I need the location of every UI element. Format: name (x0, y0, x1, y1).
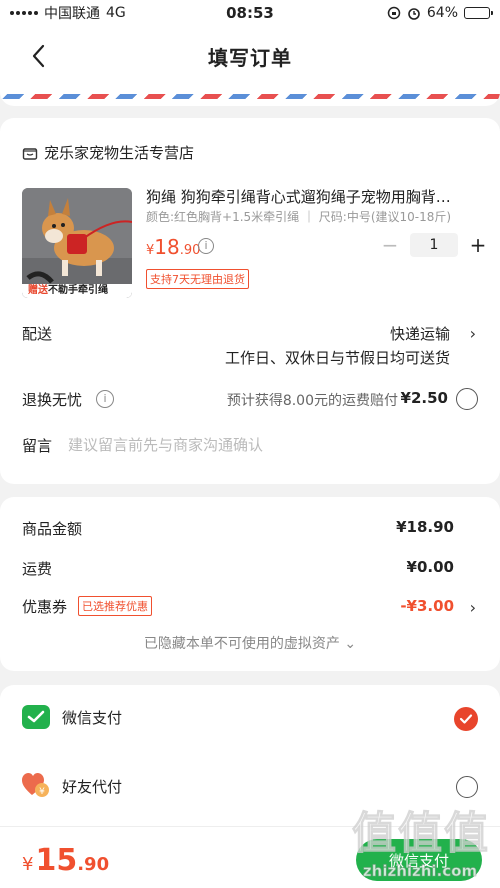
nav-bar: 填写订单 (0, 26, 500, 86)
svg-text:¥: ¥ (39, 787, 45, 797)
battery-icon (464, 7, 493, 19)
delivery-note: 工作日、双休日与节假日均可送货 (224, 349, 450, 367)
status-right: 64% (387, 5, 493, 21)
envelope-stripes (0, 94, 500, 99)
product-photo (22, 188, 132, 298)
friend-pay-label: 好友代付 (62, 777, 123, 796)
rotation-lock-icon (387, 6, 401, 20)
hidden-assets-toggle[interactable]: 已隐藏本单不可使用的虚拟资产 ⌄ (0, 633, 500, 653)
exchange-price: ¥2.50 (400, 389, 448, 407)
back-button[interactable] (20, 36, 56, 76)
payment-option-friend[interactable]: ¥ 好友代付 (22, 773, 123, 798)
wechat-pay-check-icon[interactable] (454, 707, 478, 731)
coupon-value[interactable]: -¥3.00 (400, 597, 454, 615)
carrier-label: 中国联通 (44, 6, 100, 22)
order-card: 宠乐家宠物生活专营店 赠送不勒手牵引绳 狗绳 狗狗牵引绳背心式遛狗绳子宠物用胸背… (0, 118, 500, 484)
payment-option-wechat[interactable]: 微信支付 (22, 705, 122, 729)
coupon-tag: 已选推荐优惠 (78, 596, 152, 616)
goods-amount-label: 商品金额 (22, 520, 83, 538)
price-integer: 18 (154, 235, 180, 259)
wechat-pay-label: 微信支付 (62, 708, 123, 727)
store-icon (22, 147, 38, 160)
quantity-stepper: − 1 + (378, 233, 490, 257)
exchange-label: 退换无忧 (22, 391, 83, 409)
exchange-radio[interactable] (456, 388, 478, 410)
image-caption: 赠送不勒手牵引绳 (28, 284, 108, 298)
decrease-button[interactable]: − (378, 233, 402, 257)
total-integer: 15 (35, 843, 78, 878)
battery-percent: 64% (426, 5, 458, 21)
increase-button[interactable]: + (466, 233, 490, 257)
friend-pay-radio[interactable] (456, 776, 478, 798)
delivery-method[interactable]: 快递运输 (390, 323, 450, 344)
signal-icon (10, 11, 38, 15)
memo-label: 留言 (22, 437, 53, 455)
shop-row[interactable]: 宠乐家宠物生活专营店 (22, 142, 194, 163)
delivery-label: 配送 (22, 325, 53, 343)
total-price: ¥ 15 .90 (22, 843, 109, 878)
wechat-pay-icon (22, 705, 50, 729)
chevron-right-icon[interactable]: › (470, 598, 476, 617)
address-strip[interactable] (0, 86, 500, 106)
exchange-info-icon[interactable]: i (96, 390, 114, 408)
network-label: 4G (106, 5, 126, 21)
total-decimal: .90 (77, 854, 110, 875)
price-info-icon[interactable]: i (198, 238, 214, 254)
alarm-icon (408, 8, 420, 20)
exchange-note: 预计获得8.00元的运费赔付 (226, 393, 398, 409)
status-left: 中国联通 4G (10, 3, 126, 23)
product-image[interactable]: 赠送不勒手牵引绳 (22, 188, 132, 298)
image-caption-highlight: 赠送 (28, 285, 48, 296)
price-detail-card: 商品金额 ¥18.90 运费 ¥0.00 优惠券 已选推荐优惠 -¥3.00 ›… (0, 497, 500, 671)
page-title: 填写订单 (208, 45, 292, 70)
total-symbol: ¥ (22, 854, 34, 875)
quantity-value[interactable]: 1 (410, 233, 458, 257)
submit-payment-button[interactable]: 微信支付 (356, 839, 482, 881)
return-policy-badge: 支持7天无理由退货 (146, 269, 249, 289)
goods-amount-value: ¥18.90 (396, 518, 454, 536)
image-caption-text: 不勒手牵引绳 (48, 285, 108, 296)
shipping-value: ¥0.00 (406, 558, 454, 576)
chevron-right-icon[interactable]: › (470, 324, 476, 343)
price-symbol: ¥ (146, 243, 155, 258)
shipping-label: 运费 (22, 560, 53, 578)
bottom-bar: ¥ 15 .90 微信支付 (0, 826, 500, 888)
product-spec: 颜色:红色胸背+1.5米牵引绳 ｜ 尺码:中号(建议10-18斤) (146, 210, 452, 224)
product-title[interactable]: 狗绳 狗狗牵引绳背心式遛狗绳子宠物用胸背… (146, 186, 480, 207)
shop-name: 宠乐家宠物生活专营店 (44, 144, 195, 162)
chevron-left-icon (32, 44, 45, 68)
status-bar: 中国联通 4G 08:53 64% (0, 0, 500, 26)
product-price: ¥ 18 .90 (146, 235, 200, 259)
coupon-label: 优惠券 (22, 598, 68, 616)
memo-input[interactable] (68, 432, 468, 458)
friend-pay-icon: ¥ (22, 773, 50, 798)
